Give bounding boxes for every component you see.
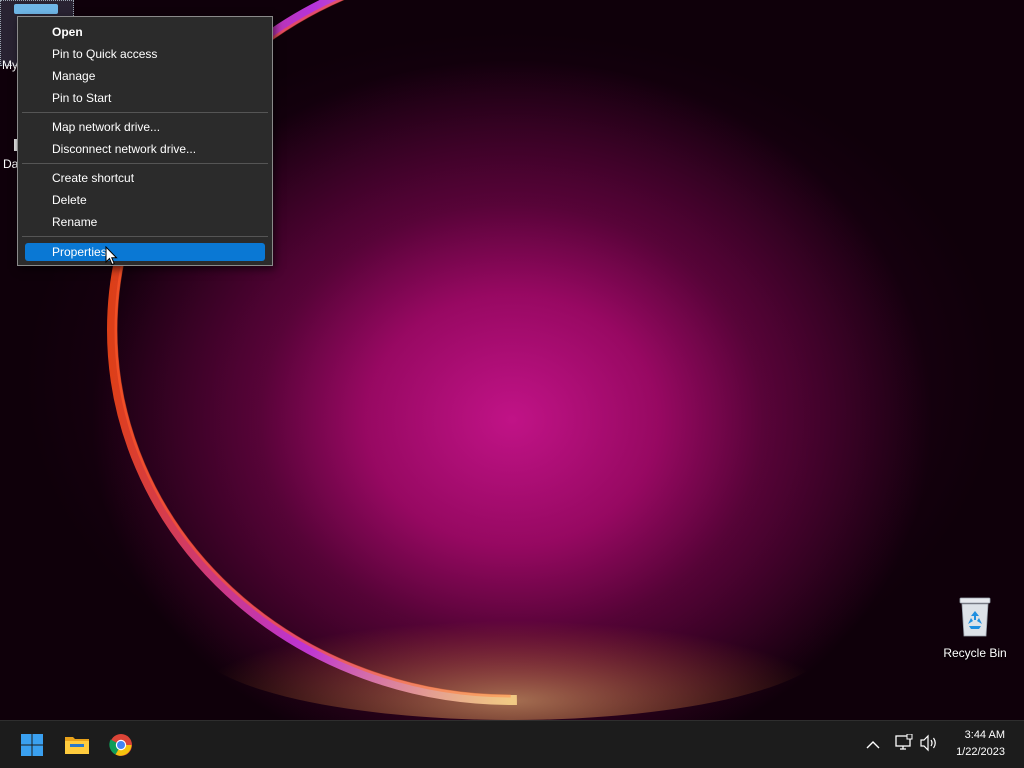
clock-date: 1/22/2023 bbox=[956, 746, 1005, 758]
clock-time: 3:44 AM bbox=[964, 729, 1005, 741]
menu-item-label: Manage bbox=[52, 69, 96, 83]
file-explorer-icon bbox=[65, 737, 89, 754]
menu-item-manage[interactable]: Manage bbox=[25, 67, 265, 85]
menu-item-pin-to-start[interactable]: Pin to Start bbox=[25, 89, 265, 107]
show-hidden-icons-button[interactable] bbox=[866, 737, 884, 753]
network-icon bbox=[895, 733, 913, 750]
taskbar: 3:44 AM 1/22/2023 bbox=[0, 720, 1024, 768]
computer-icon bbox=[14, 4, 58, 14]
menu-item-delete[interactable]: Delete bbox=[25, 191, 265, 209]
menu-item-label: Pin to Quick access bbox=[52, 47, 158, 61]
menu-item-label: Create shortcut bbox=[52, 171, 135, 185]
clock-button[interactable]: 3:44 AM 1/22/2023 bbox=[944, 727, 1008, 763]
menu-item-label: Open bbox=[52, 25, 83, 39]
menu-item-label: Properties bbox=[52, 245, 107, 259]
menu-item-rename[interactable]: Rename bbox=[25, 213, 265, 231]
menu-item-create-shortcut[interactable]: Create shortcut bbox=[25, 169, 265, 187]
volume-button[interactable] bbox=[919, 734, 939, 754]
menu-item-label: Disconnect network drive... bbox=[52, 142, 197, 156]
menu-item-map-network-drive[interactable]: Map network drive... bbox=[25, 118, 265, 136]
recycle-bin-desktop-icon[interactable]: Recycle Bin bbox=[940, 596, 1010, 660]
volume-icon bbox=[920, 734, 936, 752]
menu-item-label: Pin to Start bbox=[52, 91, 112, 105]
recycle-bin-icon bbox=[959, 597, 991, 637]
menu-item-disconnect-network-drive[interactable]: Disconnect network drive... bbox=[25, 140, 265, 158]
recycle-bin-label: Recycle Bin bbox=[943, 646, 1007, 660]
menu-separator bbox=[22, 163, 268, 164]
menu-item-open[interactable]: Open bbox=[25, 23, 265, 41]
context-menu: Open Pin to Quick access Manage Pin to S… bbox=[17, 16, 273, 266]
my-pc-label: My bbox=[2, 58, 18, 72]
network-button[interactable] bbox=[894, 733, 914, 754]
chrome-icon bbox=[109, 734, 132, 756]
menu-separator bbox=[22, 236, 268, 237]
menu-item-label: Map network drive... bbox=[52, 120, 161, 134]
chrome-button[interactable] bbox=[105, 729, 137, 761]
menu-item-label: Delete bbox=[52, 193, 87, 207]
menu-item-label: Rename bbox=[52, 215, 98, 229]
menu-separator bbox=[22, 112, 268, 113]
menu-item-pin-quick-access[interactable]: Pin to Quick access bbox=[25, 45, 265, 63]
menu-item-properties[interactable]: Properties bbox=[25, 243, 265, 261]
mouse-pointer-icon bbox=[105, 246, 118, 266]
file-explorer-button[interactable] bbox=[61, 729, 93, 761]
chevron-up-icon bbox=[866, 741, 880, 749]
windows-start-icon bbox=[21, 734, 43, 756]
start-button[interactable] bbox=[16, 729, 48, 761]
